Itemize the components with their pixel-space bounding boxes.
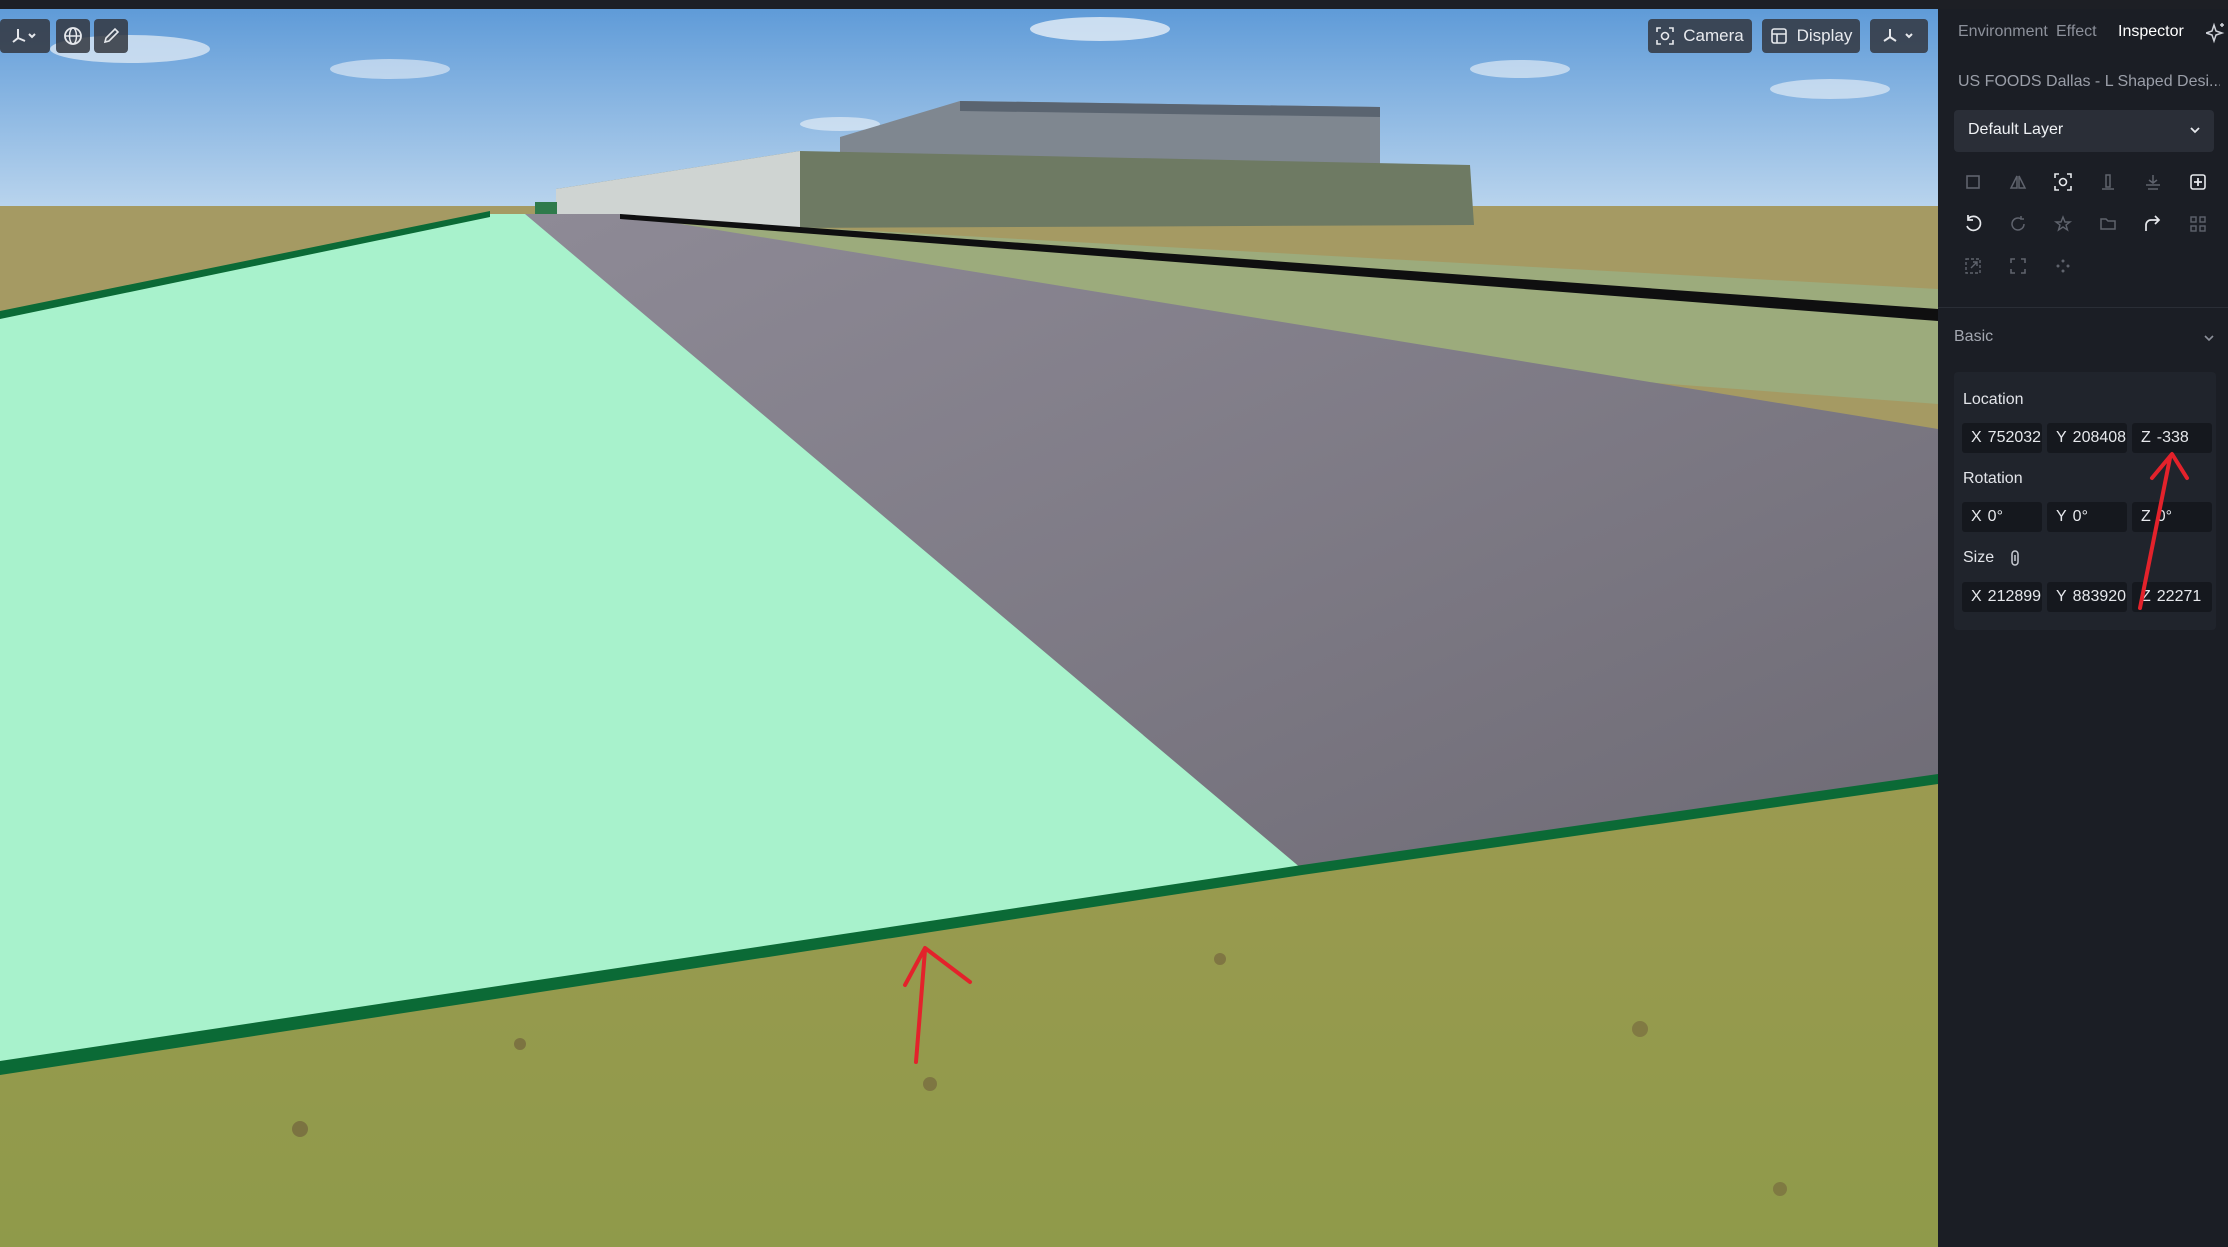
globe-icon xyxy=(64,27,82,45)
section-basic-title[interactable]: Basic xyxy=(1954,328,1993,346)
redo-icon xyxy=(2145,215,2161,231)
transform-menu-button[interactable] xyxy=(0,19,50,53)
redo-tool-button[interactable] xyxy=(2135,206,2171,242)
star-tool-button[interactable] xyxy=(2045,206,2081,242)
box-icon xyxy=(1966,175,1980,189)
camera-button[interactable]: Camera xyxy=(1648,19,1752,53)
refresh-icon xyxy=(2011,216,2025,231)
panel-tabs: Environment Effect Inspector xyxy=(1938,9,2228,61)
display-icon xyxy=(1770,28,1787,44)
camera-label: Camera xyxy=(1683,26,1744,45)
display-button[interactable]: Display xyxy=(1762,19,1860,53)
stack-tool-button[interactable] xyxy=(2135,164,2171,200)
grid-tool-button[interactable] xyxy=(2180,206,2216,242)
section-divider xyxy=(1938,307,2228,308)
view-mode-menu-button[interactable] xyxy=(1870,19,1928,53)
align-icon xyxy=(2102,174,2114,190)
refresh-tool-button[interactable] xyxy=(2000,206,2036,242)
size-label: Size xyxy=(1963,549,1995,566)
chevron-down-icon[interactable] xyxy=(2202,331,2216,345)
globe-button[interactable] xyxy=(56,19,90,53)
dots-tool-button[interactable] xyxy=(2045,248,2081,284)
inspector-panel: Environment Effect Inspector US FOODS Da… xyxy=(1938,9,2228,1247)
dots-icon xyxy=(2056,259,2070,273)
box-tool-button[interactable] xyxy=(1955,164,1991,200)
mirror-icon xyxy=(2009,175,2027,189)
folder-tool-button[interactable] xyxy=(2090,206,2126,242)
location-label: Location xyxy=(1963,391,2024,408)
grid-icon xyxy=(2190,216,2206,232)
undo-icon xyxy=(1966,215,1982,232)
chevron-down-icon xyxy=(2190,127,2200,134)
tab-environment[interactable]: Environment xyxy=(1958,23,2048,41)
star-icon xyxy=(2053,215,2073,232)
document-title: US FOODS Dallas - L Shaped Desi... xyxy=(1958,73,2220,90)
add-tool-button[interactable] xyxy=(2180,164,2216,200)
layer-select[interactable]: Default Layer xyxy=(1954,110,2214,152)
add-icon xyxy=(2190,174,2206,190)
focus-icon xyxy=(2054,173,2072,191)
display-label: Display xyxy=(1796,26,1853,45)
rotation-z-field[interactable]: Z 0° xyxy=(2132,502,2212,532)
folder-icon xyxy=(2100,218,2116,230)
tab-inspector[interactable]: Inspector xyxy=(2118,23,2184,41)
layer-selected-value: Default Layer xyxy=(1968,121,2064,138)
rotation-label: Rotation xyxy=(1963,470,2023,487)
size-y-field[interactable]: Y 883920 xyxy=(2047,582,2127,612)
camera-icon xyxy=(1656,27,1675,45)
mirror-tool-button[interactable] xyxy=(2000,164,2036,200)
pen-icon xyxy=(103,27,120,44)
expand-icon xyxy=(2010,258,2026,274)
size-z-field[interactable]: Z 22271 xyxy=(2132,582,2212,612)
rotation-y-field[interactable]: Y 0° xyxy=(2047,502,2127,532)
gizmo-icon xyxy=(12,29,36,43)
stack-icon xyxy=(2146,175,2160,190)
size-x-field[interactable]: X 212899 xyxy=(1962,582,2042,612)
scale-icon xyxy=(1965,258,1981,274)
scale-tool-button[interactable] xyxy=(1955,248,1991,284)
transform-card: Location X 752032 Y 208408 Z -338 Rotation … xyxy=(1954,372,2216,630)
expand-tool-button[interactable] xyxy=(2000,248,2036,284)
gizmo-dropdown-icon xyxy=(1883,29,1913,42)
sparkle-icon xyxy=(2203,22,2225,44)
window-top-bar xyxy=(0,0,2228,9)
location-x-field[interactable]: X 752032 xyxy=(1962,423,2042,453)
scene-render[interactable] xyxy=(0,9,1938,1247)
rotation-x-field[interactable]: X 0° xyxy=(1962,502,2042,532)
ai-sparkle-button[interactable] xyxy=(2203,22,2226,49)
undo-tool-button[interactable] xyxy=(1955,206,1991,242)
location-y-field[interactable]: Y 208408 xyxy=(2047,423,2127,453)
tab-effect[interactable]: Effect xyxy=(2056,23,2097,41)
measure-button[interactable] xyxy=(94,19,128,53)
3d-viewport[interactable]: Camera Display xyxy=(0,9,1938,1247)
focus-tool-button[interactable] xyxy=(2045,164,2081,200)
link-icon[interactable] xyxy=(2009,549,2021,567)
location-z-field[interactable]: Z -338 xyxy=(2132,423,2212,453)
align-tool-button[interactable] xyxy=(2090,164,2126,200)
